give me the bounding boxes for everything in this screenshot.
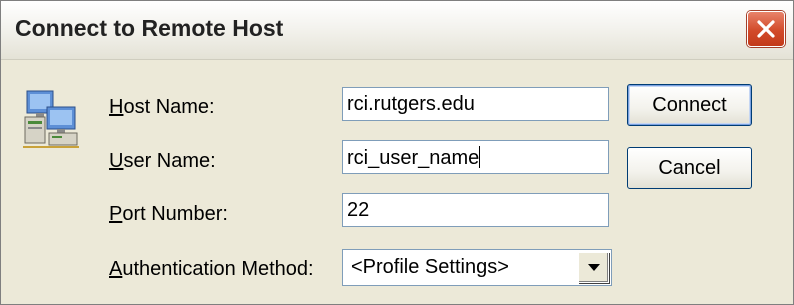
user-name-accesskey: U: [109, 150, 124, 172]
network-computers-icon: [23, 89, 79, 149]
port-number-label-text: ort Number:: [122, 203, 228, 225]
dialog-body: Host Name: rci.rutgers.edu User Name: rc…: [1, 60, 793, 304]
close-button[interactable]: [747, 11, 785, 47]
dropdown-button[interactable]: [578, 252, 609, 283]
user-name-field[interactable]: rci_user_name: [342, 140, 609, 174]
port-number-field[interactable]: 22: [342, 193, 609, 227]
host-name-value: rci.rutgers.edu: [347, 93, 475, 115]
host-name-accesskey: H: [109, 96, 124, 118]
window-title: Connect to Remote Host: [15, 15, 284, 41]
close-icon: [757, 20, 775, 38]
auth-method-label-text: uthentication Method:: [122, 258, 314, 280]
dropdown-arrow-icon: [588, 264, 600, 271]
host-name-label-text: ost Name:: [123, 96, 215, 118]
host-name-label: Host Name:: [109, 96, 215, 119]
user-name-label-text: ser Name:: [123, 150, 216, 172]
user-name-value: rci_user_name: [347, 147, 480, 169]
title-bar[interactable]: Connect to Remote Host: [1, 1, 793, 60]
text-caret: [479, 146, 481, 168]
auth-method-accesskey: A: [109, 258, 123, 280]
port-number-accesskey: P: [109, 203, 123, 225]
cancel-button[interactable]: Cancel: [627, 147, 752, 189]
connect-dialog: Connect to Remote Host Host Name: rci.ru…: [0, 0, 794, 305]
port-number-label: Port Number:: [109, 203, 228, 226]
auth-method-select[interactable]: <Profile Settings>: [342, 249, 612, 286]
user-name-label: User Name:: [109, 150, 216, 173]
host-name-field[interactable]: rci.rutgers.edu: [342, 87, 609, 121]
auth-method-value: <Profile Settings>: [351, 256, 509, 278]
connect-button[interactable]: Connect: [627, 84, 752, 126]
port-number-value: 22: [347, 199, 370, 221]
auth-method-label: Authentication Method:: [109, 258, 314, 281]
